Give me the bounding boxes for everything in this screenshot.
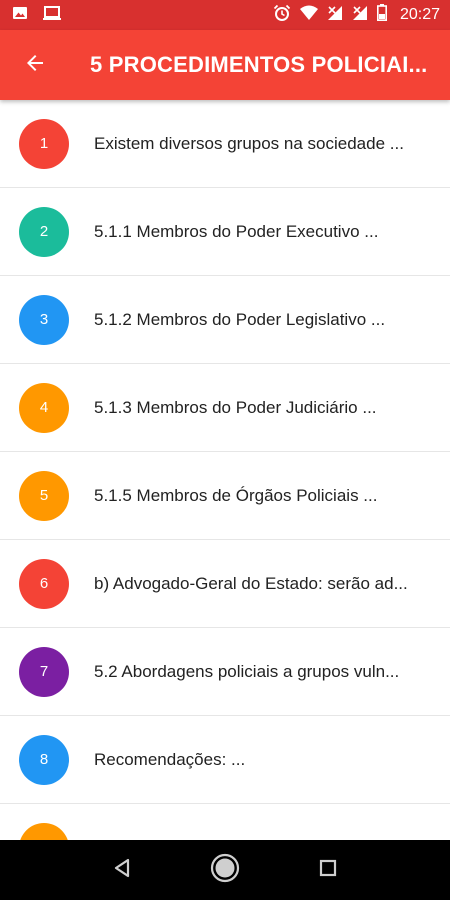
back-triangle-icon (112, 858, 132, 883)
list-item-label: 5.1.2 Membros do Poder Legislativo ... (94, 309, 386, 329)
list-item[interactable]: 2 5.1.1 Membros do Poder Executivo ... (0, 188, 450, 276)
status-bar: 20:27 (0, 0, 450, 30)
list-item[interactable]: 4 5.1.3 Membros do Poder Judiciário ... (0, 364, 450, 452)
list-item[interactable]: 3 5.1.2 Membros do Poder Legislativo ... (0, 276, 450, 364)
number-badge: 4 (19, 382, 69, 433)
battery-icon (376, 4, 387, 26)
nav-recents-button[interactable] (308, 850, 348, 890)
list-item-label: 5.1.3 Membros do Poder Judiciário ... (94, 397, 377, 417)
status-right-icons: 20:27 (273, 4, 440, 27)
page-title: 5 PROCEDIMENTOS POLICIAI... (90, 52, 428, 77)
list-item[interactable]: 6 b) Advogado-Geral do Estado: serão ad.… (0, 540, 450, 628)
wifi-icon (299, 5, 318, 26)
nav-back-button[interactable] (102, 850, 142, 890)
signal-icon (327, 5, 343, 26)
list-item[interactable] (0, 804, 450, 840)
recents-square-icon (319, 859, 337, 882)
back-button[interactable] (0, 30, 70, 100)
nav-home-button[interactable] (205, 850, 245, 890)
list-item-label: 5.1.5 Membros de Órgãos Policiais ... (94, 485, 378, 505)
signal-icon (352, 5, 368, 26)
list-item-label: b) Advogado-Geral do Estado: serão ad... (94, 573, 408, 593)
number-badge: 1 (19, 118, 69, 169)
number-badge (19, 822, 69, 840)
list-item[interactable]: 1 Existem diversos grupos na sociedade .… (0, 100, 450, 188)
list-item[interactable]: 5 5.1.5 Membros de Órgãos Policiais ... (0, 452, 450, 540)
alarm-icon (273, 4, 291, 27)
list-item[interactable]: 8 Recomendações: ... (0, 716, 450, 804)
home-circle-icon (210, 853, 240, 888)
navigation-bar (0, 840, 450, 900)
status-time: 20:27 (399, 6, 440, 23)
list-item-label: 5.2 Abordagens policiais a grupos vuln..… (94, 661, 400, 681)
image-icon (12, 5, 28, 26)
number-badge: 8 (19, 734, 69, 785)
status-left-icons (12, 5, 62, 26)
app-bar: 5 PROCEDIMENTOS POLICIAI... (0, 30, 450, 100)
list-item-label: 5.1.1 Membros do Poder Executivo ... (94, 221, 379, 241)
chapter-list: 1 Existem diversos grupos na sociedade .… (0, 100, 450, 840)
number-badge: 2 (19, 206, 69, 257)
list-item-label: Recomendações: ... (94, 749, 246, 769)
list-item[interactable]: 7 5.2 Abordagens policiais a grupos vuln… (0, 628, 450, 716)
number-badge: 6 (19, 558, 69, 609)
arrow-left-icon (23, 51, 47, 80)
list-item-label: Existem diversos grupos na sociedade ... (94, 133, 404, 153)
number-badge: 3 (19, 294, 69, 345)
number-badge: 7 (19, 646, 69, 697)
number-badge: 5 (19, 470, 69, 521)
laptop-icon (42, 5, 62, 26)
